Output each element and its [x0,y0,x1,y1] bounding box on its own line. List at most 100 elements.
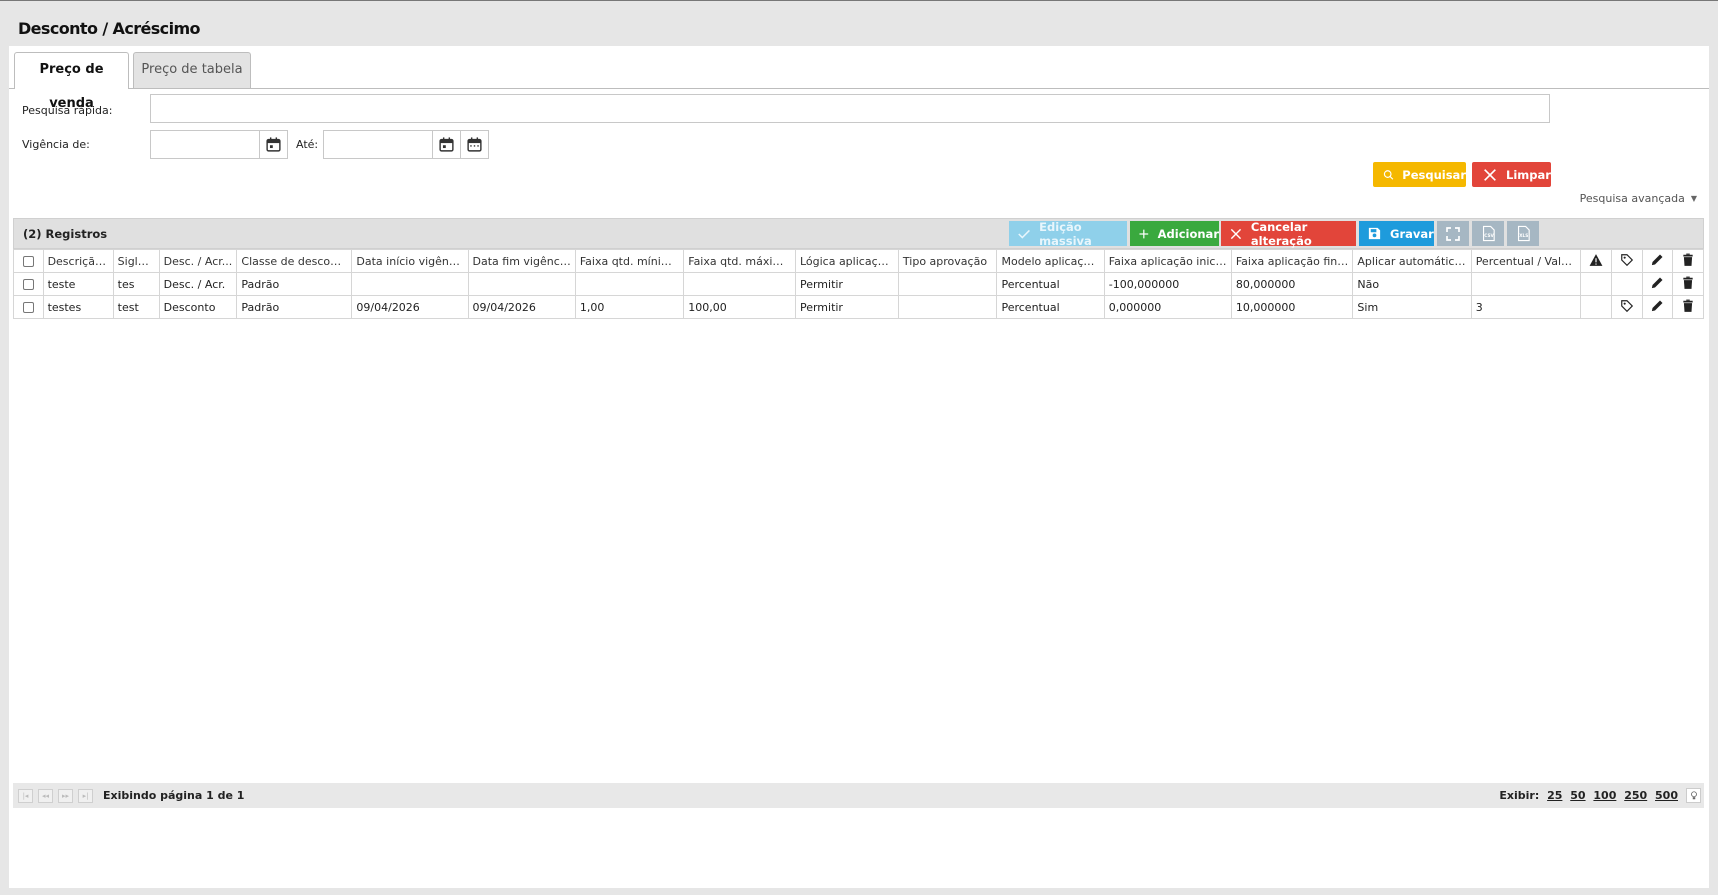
ate-date-input[interactable] [323,130,434,159]
svg-text:CSV: CSV [1484,233,1494,239]
pagination-bar: |◂ ◂◂ ▸▸ ▸| Exibindo página 1 de 1 Exibi… [13,783,1704,808]
calendar-icon[interactable] [259,130,288,159]
row-checkbox[interactable] [13,295,44,319]
table-row[interactable]: testes test Desconto Padrão 09/04/2026 0… [13,295,1704,319]
cell [897,295,998,319]
calendar-icon[interactable] [432,130,461,159]
cell: -100,000000 [1103,272,1232,296]
table-row[interactable]: teste tes Desc. / Acr. Padrão Permitir P… [13,272,1704,296]
cell: tes [112,272,160,296]
empty-cell [1580,295,1612,319]
cell: testes [42,295,114,319]
cell: Percentual [996,272,1105,296]
tag-icon [1610,249,1643,273]
cell: test [112,295,160,319]
column-header[interactable]: Desc. / Acr... [158,249,238,273]
table-header-row: Descrição... Sigla... Desc. / Acr... Cla… [13,249,1704,273]
search-button-label: Pesquisar [1402,167,1466,182]
last-page-button[interactable]: ▸| [78,789,93,803]
cell: Permitir [794,272,899,296]
cell: Sim [1352,295,1472,319]
search-icon [1383,169,1394,180]
select-all-checkbox[interactable] [13,249,44,273]
add-label: Adicionar [1157,226,1219,241]
tab-preco-de-venda[interactable]: Preço de venda [14,52,129,111]
advanced-search-label: Pesquisa avançada [1579,192,1685,205]
column-header[interactable]: Classe de desconto... [236,249,353,273]
cancel-changes-button[interactable]: Cancelar alteração [1221,220,1356,248]
first-page-button[interactable]: |◂ [18,789,33,803]
pencil-icon [1651,300,1663,312]
column-header[interactable]: Data fim vigência... [467,249,576,273]
fullscreen-button[interactable] [1437,221,1469,246]
row-checkbox[interactable] [13,272,44,296]
column-header[interactable]: Data início vigência... [351,249,469,273]
delete-row-button[interactable] [1672,295,1704,319]
next-page-button[interactable]: ▸▸ [58,789,73,803]
column-header[interactable]: Aplicar automático?... [1352,249,1472,273]
delete-row-button[interactable] [1672,272,1704,296]
csv-file-icon: CSV [1482,225,1495,242]
page-size-500[interactable]: 500 [1655,789,1678,802]
close-icon [1484,168,1496,181]
mass-edit-button[interactable]: Edição massiva [1009,219,1127,248]
fullscreen-icon [1446,226,1460,241]
column-header[interactable]: Faixa qtd. mínima... [574,249,685,273]
page-size-250[interactable]: 250 [1624,789,1647,802]
cell [574,272,685,296]
grid-title: (2) Registros [23,227,108,241]
export-xls-button[interactable]: XLS [1507,221,1539,246]
vigencia-date-input[interactable] [150,130,261,159]
advanced-search-toggle[interactable]: Pesquisa avançada ▼ [1580,192,1697,205]
cell: 09/04/2026 [467,295,576,319]
mass-edit-label: Edição massiva [1039,219,1092,248]
add-button[interactable]: Adicionar [1130,221,1219,246]
column-header[interactable]: Modelo aplicação... [996,249,1105,273]
cell: 09/04/2026 [351,295,469,319]
cell: Percentual [996,295,1105,319]
xls-file-icon: XLS [1517,225,1530,242]
edit-row-button[interactable] [1641,295,1674,319]
clear-button-label: Limpar [1506,167,1551,182]
page-info: Exibindo página 1 de 1 [103,789,245,802]
cell: Permitir [794,295,899,319]
cell: 0,000000 [1103,295,1232,319]
column-header[interactable]: Tipo aprovação [897,249,998,273]
save-button[interactable]: Gravar [1359,221,1434,246]
cell: Padrão [236,272,353,296]
quick-search-input[interactable] [150,94,1550,123]
cell: Padrão [236,295,353,319]
cell: teste [42,272,114,296]
lightbulb-icon[interactable] [1686,788,1701,803]
cell: Não [1352,272,1472,296]
column-header[interactable]: Sigla... [112,249,160,273]
column-header[interactable]: Percentual / Valor... [1470,249,1582,273]
tab-preco-de-tabela[interactable]: Preço de tabela [133,52,251,88]
check-icon [1018,229,1030,239]
tab-bar: Preço de venda Preço de tabela [9,46,1709,111]
column-header[interactable]: Descrição... [42,249,114,273]
column-header[interactable]: Faixa aplicação final... [1230,249,1354,273]
page-size-25[interactable]: 25 [1547,789,1562,802]
search-button[interactable]: Pesquisar [1373,162,1466,187]
close-icon [1230,228,1242,239]
cell: Desc. / Acr. [158,272,238,296]
cell: Desconto [158,295,238,319]
page-size-50[interactable]: 50 [1570,789,1585,802]
calendar-range-icon[interactable] [460,130,489,159]
pencil-icon [1651,277,1663,289]
column-header[interactable]: Faixa aplicação inicial... [1103,249,1232,273]
tag-row-button[interactable] [1610,295,1643,319]
column-header[interactable]: Lógica aplicação... [794,249,899,273]
clear-button[interactable]: Limpar [1472,162,1551,187]
cell: 80,000000 [1230,272,1354,296]
column-header[interactable]: Faixa qtd. máxima... [683,249,796,273]
export-csv-button[interactable]: CSV [1472,221,1504,246]
edit-row-button[interactable] [1641,272,1674,296]
save-icon [1368,227,1381,240]
cell: 10,000000 [1230,295,1354,319]
page-size-100[interactable]: 100 [1593,789,1616,802]
top-border [0,0,1718,1]
prev-page-button[interactable]: ◂◂ [38,789,53,803]
page-size-selector: Exibir: 25 50 100 250 500 [1499,789,1678,802]
